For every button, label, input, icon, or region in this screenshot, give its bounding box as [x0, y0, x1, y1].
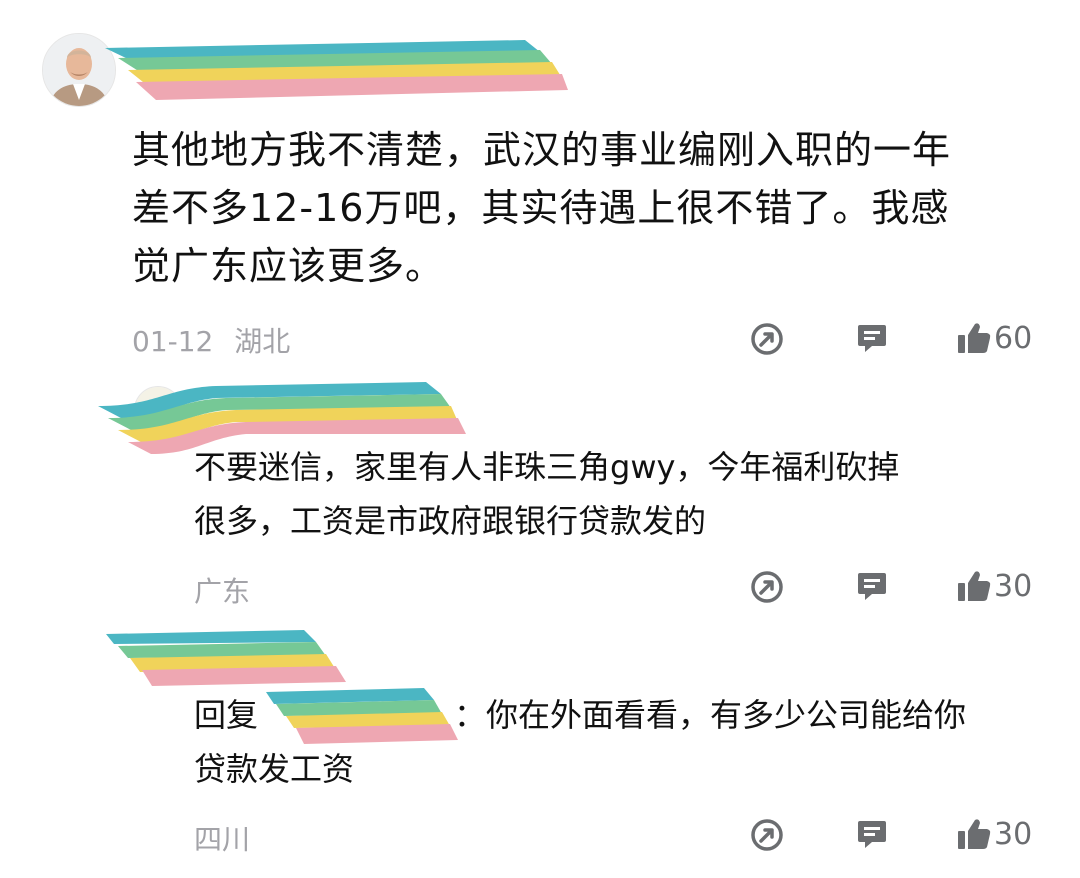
comment-icon — [858, 821, 886, 848]
mention-redaction — [262, 688, 462, 746]
thumbs-up-icon — [956, 816, 992, 852]
comment-meta: 01-12 湖北 — [132, 320, 290, 360]
reply2-location: 四川 — [194, 823, 251, 856]
like-button[interactable]: 60 — [956, 320, 1032, 356]
reply-text-line: 不要迷信，家里有人非珠三角gwy，今年福利砍掉 — [194, 448, 900, 486]
thumbs-up-icon — [956, 568, 992, 604]
reply-button[interactable] — [855, 570, 889, 604]
reply-location: 广东 — [194, 575, 251, 608]
share-button[interactable] — [750, 818, 784, 852]
like-count: 30 — [994, 568, 1033, 604]
comment-location: 湖北 — [234, 325, 291, 358]
comment-icon — [858, 573, 886, 600]
comment-date: 01-12 — [132, 325, 214, 358]
share-icon — [751, 323, 783, 355]
reply-text-line: 很多，工资是市政府跟银行贷款发的 — [194, 502, 707, 540]
reply2-line-2: 贷款发工资 — [194, 750, 355, 788]
share-button[interactable] — [750, 570, 784, 604]
like-button[interactable]: 30 — [956, 568, 1032, 604]
reply-prefix: 回复 — [194, 696, 259, 734]
share-icon — [751, 819, 783, 851]
comment-text-line: 其他地方我不清楚，武汉的事业编刚入职的一年 — [132, 128, 952, 172]
like-button[interactable]: 30 — [956, 816, 1032, 852]
comment-text-line: 差不多12-16万吧，其实待遇上很不错了。我感 — [132, 186, 950, 230]
reply-button[interactable] — [855, 818, 889, 852]
reply2-username-redaction — [104, 628, 349, 688]
username-redaction — [100, 38, 570, 104]
comment-text-line: 觉广东应该更多。 — [132, 244, 445, 288]
share-button[interactable] — [750, 322, 784, 356]
comment-text: 其他地方我不清楚，武汉的事业编刚入职的一年 差不多12-16万吧，其实待遇上很不… — [132, 121, 1032, 295]
like-count: 60 — [994, 320, 1033, 356]
comment-icon — [858, 325, 886, 352]
share-icon — [751, 571, 783, 603]
reply-text: 不要迷信，家里有人非珠三角gwy，今年福利砍掉 很多，工资是市政府跟银行贷款发的 — [194, 440, 1054, 548]
reply-body: ：你在外面看看，有多少公司能给你 — [454, 696, 967, 734]
reply-button[interactable] — [855, 322, 889, 356]
thumbs-up-icon — [956, 320, 992, 356]
like-count: 30 — [994, 816, 1033, 852]
